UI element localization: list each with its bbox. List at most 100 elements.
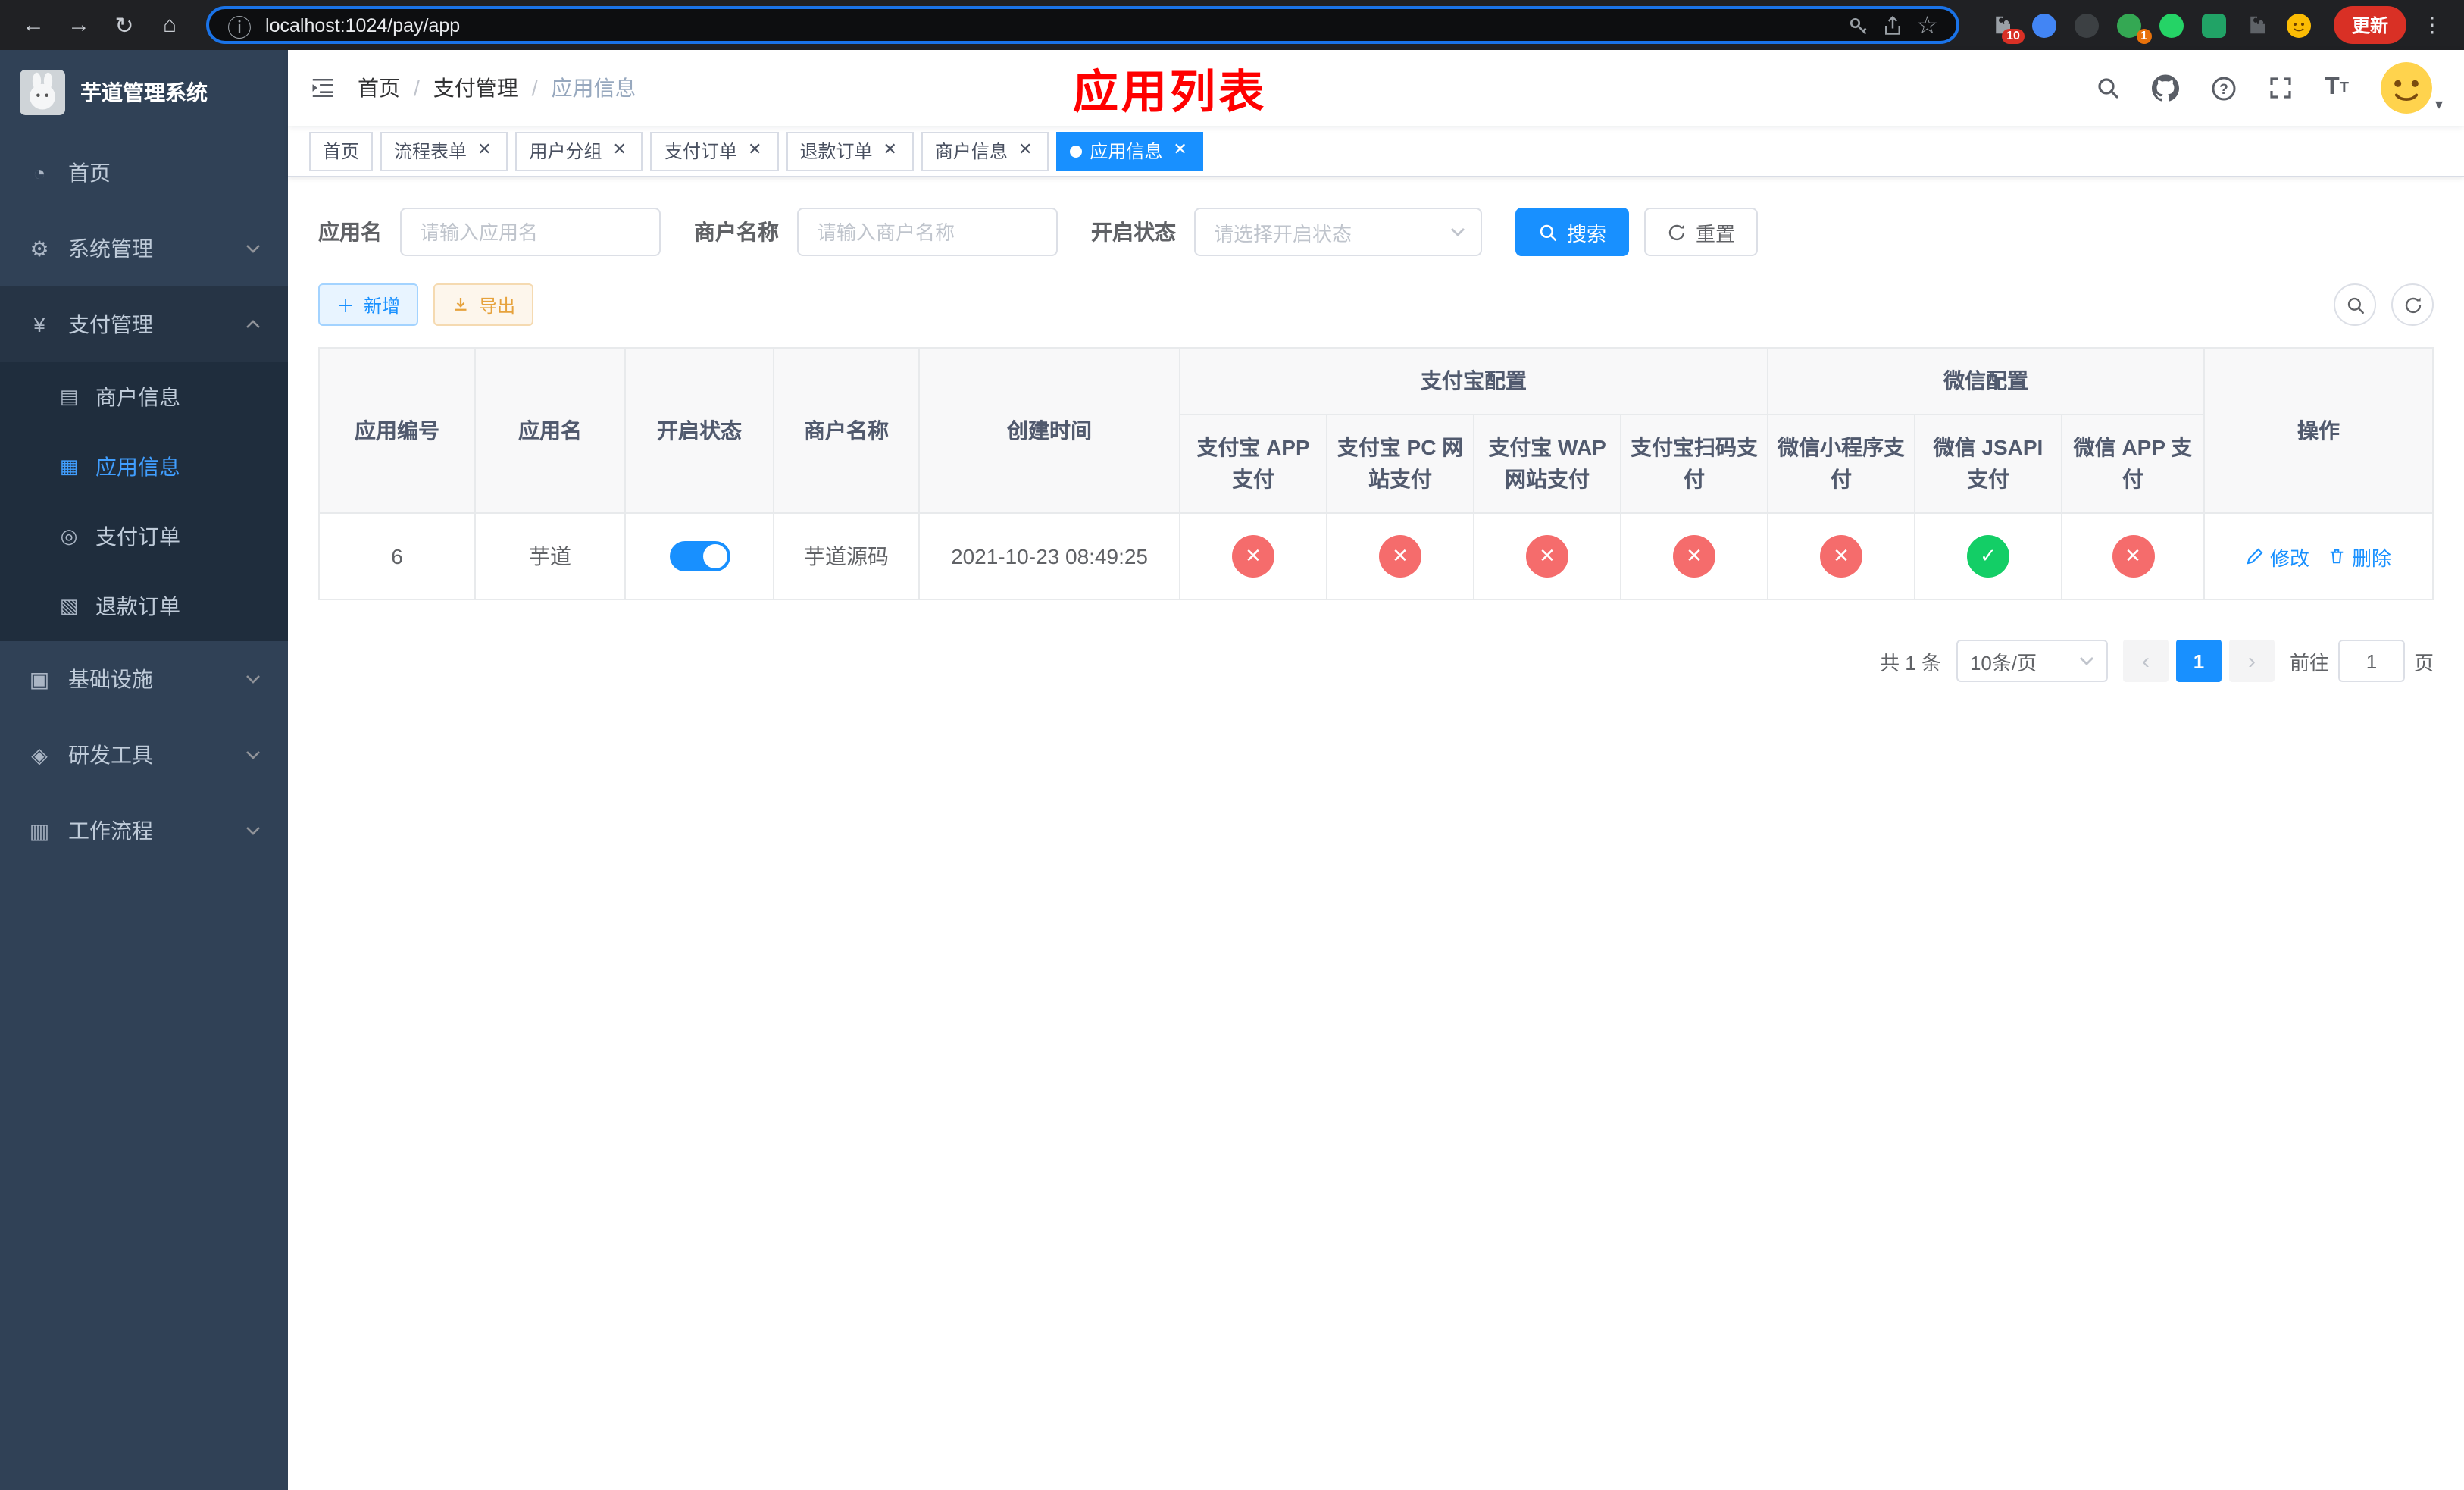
- sidebar-item-system[interactable]: ⚙ 系统管理: [0, 211, 288, 286]
- page-size-select[interactable]: 10条/页: [1956, 640, 2108, 682]
- page-number-button[interactable]: 1: [2175, 640, 2222, 682]
- tag-close-icon[interactable]: ✕: [1015, 141, 1035, 161]
- sidebar-item-app-info[interactable]: ▦ 应用信息: [0, 432, 288, 502]
- sidebar-item-label: 系统管理: [68, 236, 153, 261]
- extension-puzzle2-icon[interactable]: [2244, 12, 2270, 38]
- url-text[interactable]: localhost:1024/pay/app: [265, 14, 1833, 36]
- reset-button[interactable]: 重置: [1644, 208, 1759, 256]
- extension-badge: 1: [2136, 29, 2152, 44]
- add-button[interactable]: ＋ 新增: [318, 283, 419, 326]
- tags-view-bar: 首页 流程表单 ✕ 用户分组 ✕ 支付订单 ✕ 退款订单 ✕ 商户信息 ✕ 应用信息 ✕: [288, 126, 2464, 177]
- app-name-input[interactable]: [400, 208, 661, 256]
- browser-back-icon[interactable]: ←: [15, 7, 52, 43]
- col-alipay-wap: 支付宝 WAP 网站支付: [1473, 414, 1621, 514]
- app-logo-row[interactable]: 芋道管理系统: [0, 50, 288, 135]
- refresh-table-button[interactable]: [2391, 283, 2434, 326]
- download-icon: [455, 298, 467, 311]
- browser-update-button[interactable]: 更新: [2333, 6, 2406, 44]
- bookmark-star-icon[interactable]: ☆: [1916, 10, 1938, 40]
- col-group-wechat: 微信配置: [1767, 347, 2205, 415]
- fullscreen-icon[interactable]: [2269, 76, 2293, 100]
- chevron-up-icon: [245, 320, 261, 329]
- goto-page-input[interactable]: [2337, 640, 2405, 682]
- extensions-area: 10 1: [1978, 12, 2325, 44]
- tag-close-icon[interactable]: ✕: [474, 141, 494, 161]
- merchant-name-label: 商户名称: [694, 220, 779, 244]
- breadcrumb-home[interactable]: 首页: [358, 73, 400, 103]
- search-button[interactable]: 搜索: [1515, 208, 1630, 256]
- cell-app-name: 芋道: [474, 512, 626, 600]
- disabled-status-icon: ✕: [1232, 535, 1274, 578]
- col-merchant: 商户名称: [773, 347, 920, 514]
- tag-home[interactable]: 首页: [309, 131, 374, 171]
- next-page-button[interactable]: ›: [2228, 640, 2275, 682]
- extension-blue-icon[interactable]: [2032, 12, 2058, 38]
- browser-reload-icon[interactable]: ↻: [106, 7, 142, 43]
- breadcrumb-payment[interactable]: 支付管理: [433, 73, 518, 103]
- search-icon[interactable]: [2096, 76, 2120, 100]
- extension-puzzle-icon[interactable]: 10: [1990, 12, 2025, 44]
- sidebar-item-payment[interactable]: ¥ 支付管理: [0, 286, 288, 362]
- cell-app-id: 6: [318, 512, 476, 600]
- browser-menu-icon[interactable]: ⋮: [2416, 12, 2449, 38]
- site-info-icon[interactable]: ⓘ: [227, 7, 252, 43]
- sidebar-item-pay-orders[interactable]: ◎ 支付订单: [0, 502, 288, 571]
- browser-home-icon[interactable]: ⌂: [152, 7, 188, 43]
- tag-user-group[interactable]: 用户分组 ✕: [515, 131, 643, 171]
- extension-green-badge-icon[interactable]: 1: [2117, 12, 2152, 44]
- page-title-annotation: 应用列表: [1073, 68, 1267, 118]
- extension-whatsapp-icon[interactable]: [2159, 12, 2185, 38]
- sidebar-item-dev-tools[interactable]: ◈ 研发工具: [0, 717, 288, 793]
- cell-alipay-wap: ✕: [1473, 512, 1621, 600]
- sidebar-item-workflow[interactable]: ▥ 工作流程: [0, 793, 288, 869]
- password-key-icon[interactable]: [1846, 14, 1868, 36]
- font-size-icon[interactable]: TT: [2325, 74, 2349, 102]
- tag-refund-orders[interactable]: 退款订单 ✕: [786, 131, 914, 171]
- col-group-alipay: 支付宝配置: [1179, 347, 1768, 415]
- extension-dark-icon[interactable]: [2075, 12, 2100, 38]
- status-switch[interactable]: [669, 541, 730, 571]
- browser-forward-icon[interactable]: →: [61, 7, 97, 43]
- search-icon: [1540, 224, 1557, 241]
- extension-green-square-icon[interactable]: [2202, 12, 2228, 38]
- tag-close-icon[interactable]: ✕: [880, 141, 899, 161]
- prev-page-button[interactable]: ‹: [2122, 640, 2169, 682]
- enabled-status-icon: ✓: [1967, 535, 2009, 578]
- tag-close-icon[interactable]: ✕: [610, 141, 630, 161]
- tag-merchant-info[interactable]: 商户信息 ✕: [921, 131, 1049, 171]
- sidebar-item-refund-orders[interactable]: ▧ 退款订单: [0, 571, 288, 641]
- github-icon[interactable]: [2152, 74, 2180, 102]
- chevron-down-icon: [245, 826, 261, 835]
- user-avatar[interactable]: [2380, 62, 2432, 114]
- tag-close-icon[interactable]: ✕: [1170, 141, 1190, 161]
- col-wechat-app: 微信 APP 支付: [2061, 414, 2205, 514]
- merchant-name-input[interactable]: [797, 208, 1058, 256]
- sidebar-item-label: 首页: [68, 161, 111, 185]
- sidebar-item-merchant-info[interactable]: ▤ 商户信息: [0, 362, 288, 432]
- tag-process-form[interactable]: 流程表单 ✕: [380, 131, 508, 171]
- tag-close-icon[interactable]: ✕: [745, 141, 765, 161]
- toggle-search-button[interactable]: [2334, 283, 2376, 326]
- user-menu[interactable]: ▾: [2380, 62, 2443, 114]
- sidebar-item-infrastructure[interactable]: ▣ 基础设施: [0, 641, 288, 717]
- table-row: 6 芋道 芋道源码 2021-10-23 08:49:25 ✕ ✕ ✕ ✕ ✕: [318, 512, 2434, 600]
- tag-pay-orders[interactable]: 支付订单 ✕: [650, 131, 779, 171]
- disabled-status-icon: ✕: [1526, 535, 1568, 578]
- cell-wechat-mini: ✕: [1767, 512, 1915, 600]
- col-wechat-mini: 微信小程序支付: [1767, 414, 1915, 514]
- delete-link[interactable]: 删除: [2328, 542, 2391, 571]
- help-icon[interactable]: ?: [2211, 75, 2237, 101]
- navbar-actions: ? TT ▾: [2096, 62, 2464, 114]
- export-button[interactable]: 导出: [433, 283, 534, 326]
- share-icon[interactable]: [1881, 14, 1903, 36]
- sidebar-item-label: 应用信息: [95, 455, 180, 479]
- sidebar-toggle-icon[interactable]: [288, 74, 358, 102]
- status-select[interactable]: 请选择开启状态: [1194, 208, 1482, 256]
- address-bar[interactable]: ⓘ localhost:1024/pay/app ☆: [206, 6, 1959, 44]
- sidebar-item-home[interactable]: ◔ 首页: [0, 135, 288, 211]
- tools-icon: ◈: [31, 742, 48, 766]
- profile-avatar-icon[interactable]: [2287, 12, 2312, 38]
- tag-app-info[interactable]: 应用信息 ✕: [1056, 131, 1204, 171]
- app-logo: [20, 70, 65, 115]
- edit-link[interactable]: 修改: [2246, 542, 2309, 571]
